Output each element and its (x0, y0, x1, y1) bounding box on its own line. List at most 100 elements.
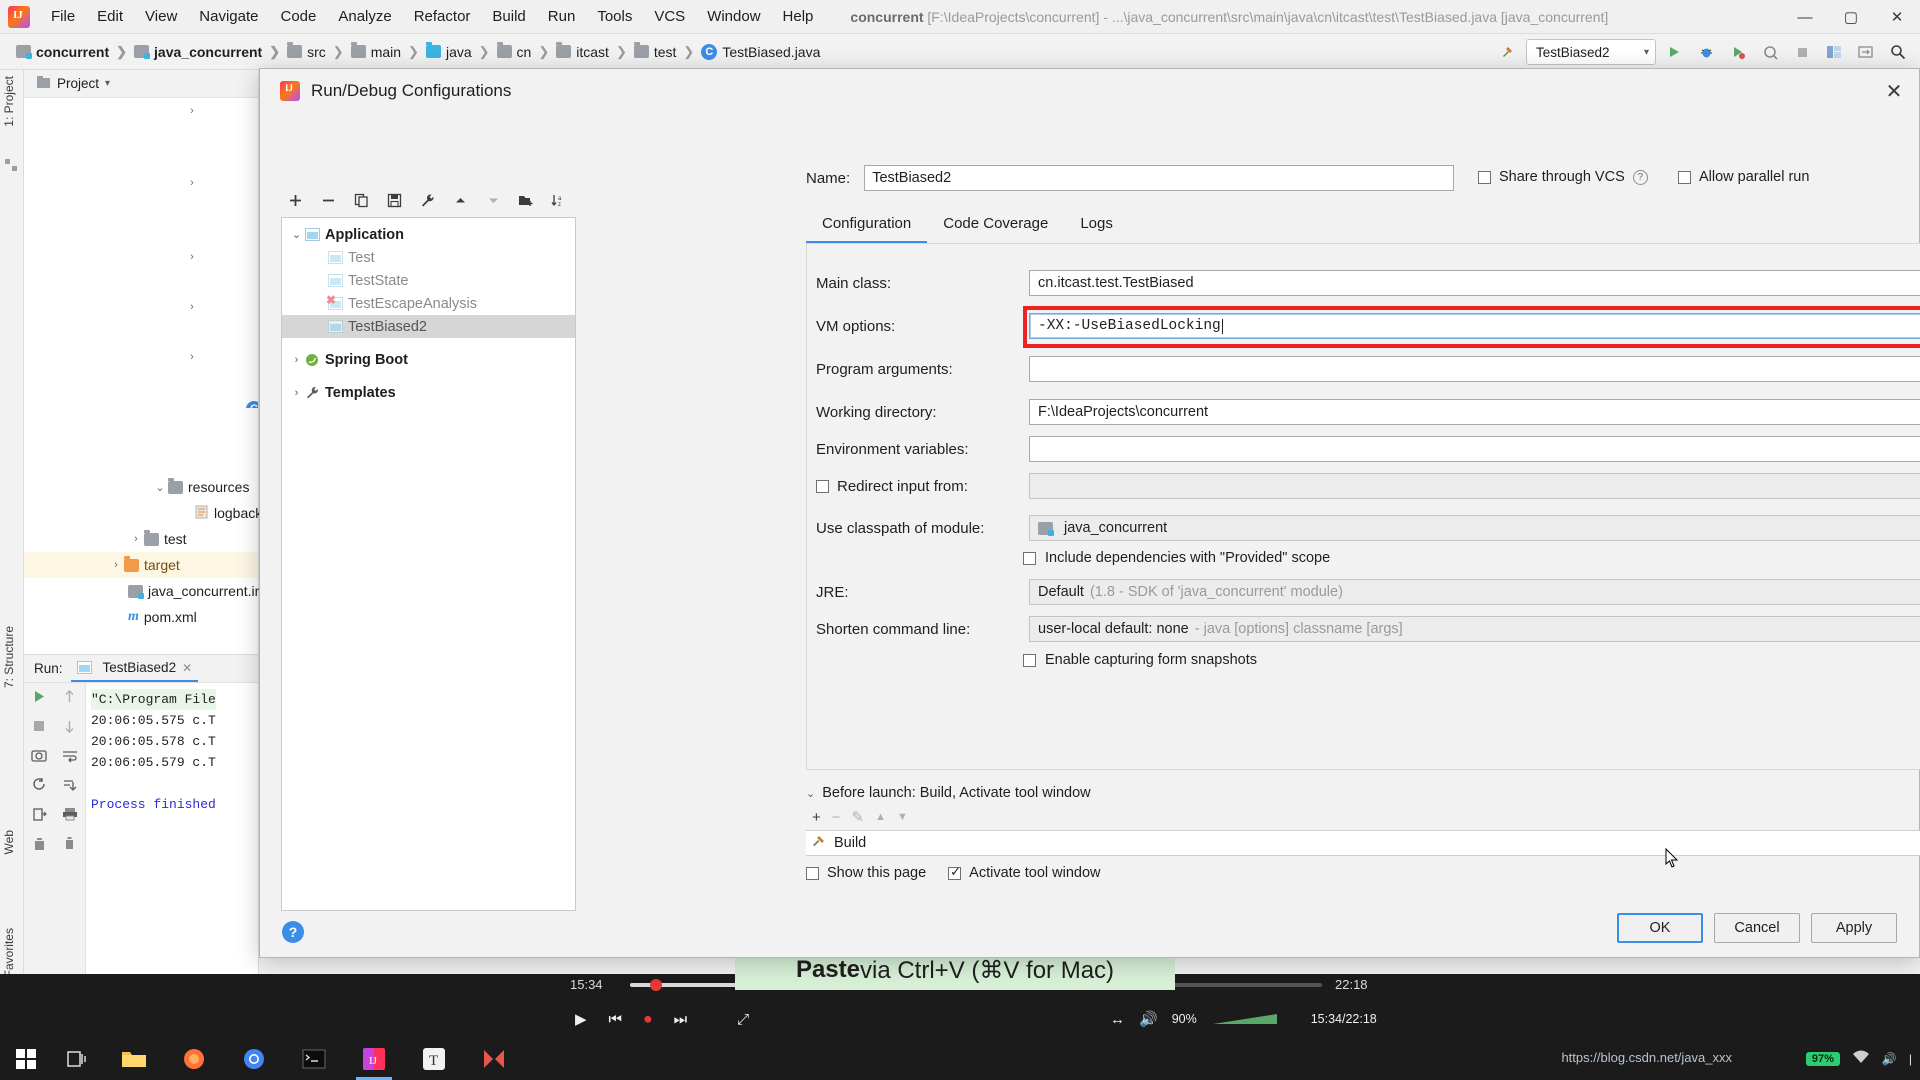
tree-item-resources[interactable]: ⌄ resources (24, 474, 258, 500)
run-configuration-selector[interactable]: TestBiased2 ▾ (1526, 39, 1656, 65)
next-icon[interactable]: ⏭ (674, 1011, 688, 1028)
new-folder-button[interactable] (512, 187, 540, 213)
jre-combo[interactable]: Default (1.8 - SDK of 'java_concurrent' … (1029, 579, 1920, 605)
tab-code-coverage[interactable]: Code Coverage (927, 209, 1064, 244)
tree-row[interactable]: › (24, 170, 258, 196)
previous-icon[interactable]: ⏮ (609, 1011, 623, 1028)
share-through-vcs-checkbox[interactable]: Share through VCS ? (1478, 169, 1648, 185)
checkbox-box[interactable] (806, 867, 819, 880)
close-icon[interactable]: ✕ (182, 661, 192, 675)
chevron-down-icon[interactable]: ⌄ (288, 228, 305, 241)
delete-icon[interactable] (33, 837, 46, 855)
taskbar-file-explorer[interactable] (104, 1038, 164, 1080)
menu-code[interactable]: Code (269, 5, 327, 28)
menu-edit[interactable]: Edit (86, 5, 134, 28)
tool-window-web[interactable]: Web (2, 830, 16, 854)
allow-parallel-run-checkbox[interactable]: Allow parallel run (1678, 169, 1809, 185)
config-group-spring-boot[interactable]: › Spring Boot (282, 348, 575, 371)
record-icon[interactable]: ⏺ (644, 1011, 652, 1028)
debug-button[interactable] (1692, 39, 1720, 65)
add-task-button[interactable]: + (812, 809, 821, 826)
breadcrumb-itcast[interactable]: itcast❯ (556, 44, 634, 60)
edit-templates-button[interactable] (413, 187, 441, 213)
environment-variables-input[interactable]: ⊞ (1029, 436, 1920, 462)
battery-indicator[interactable]: 97% (1806, 1052, 1840, 1066)
dialog-close-button[interactable]: ✕ (1875, 73, 1913, 109)
checkbox-box[interactable] (816, 480, 829, 493)
config-item-teststate[interactable]: TestState (282, 269, 575, 292)
show-desktop-button[interactable]: | (1909, 1052, 1912, 1066)
screenshot-icon[interactable] (31, 748, 47, 765)
config-item-test[interactable]: Test (282, 246, 575, 269)
tree-item-iml[interactable]: java_concurrent.im (24, 578, 258, 604)
config-group-application[interactable]: ⌄ Application (282, 223, 575, 246)
checkbox-box[interactable] (1478, 171, 1491, 184)
chevron-right-icon[interactable]: › (288, 387, 305, 399)
tree-row[interactable]: › (24, 344, 258, 370)
tree-item-target[interactable]: › target (24, 552, 258, 578)
sort-alphabetically-button[interactable]: az (545, 187, 573, 213)
checkbox-box[interactable] (1023, 654, 1036, 667)
search-icon[interactable] (1884, 39, 1912, 65)
soft-wrap-icon[interactable] (62, 749, 78, 766)
restart-debug-icon[interactable] (31, 777, 47, 795)
print-icon[interactable] (62, 807, 78, 824)
profile-button[interactable] (1756, 39, 1784, 65)
main-class-input[interactable]: cn.itcast.test.TestBiased (1029, 270, 1920, 296)
volume-slider[interactable] (1211, 1012, 1281, 1026)
menu-file[interactable]: File (40, 5, 86, 28)
move-task-up-button[interactable]: ▲ (875, 811, 886, 823)
checkbox-box[interactable] (1023, 552, 1036, 565)
breadcrumb-test[interactable]: test❯ (634, 44, 701, 60)
export-icon[interactable] (32, 807, 47, 825)
menu-refactor[interactable]: Refactor (403, 5, 482, 28)
before-launch-task-build[interactable]: Build (806, 830, 1920, 856)
taskbar-typora[interactable]: T (404, 1038, 464, 1080)
close-window-button[interactable]: ✕ (1874, 0, 1920, 34)
menu-run[interactable]: Run (537, 5, 587, 28)
ok-button[interactable]: OK (1617, 913, 1703, 943)
taskbar-editor[interactable] (464, 1038, 524, 1080)
activate-tool-window-checkbox[interactable]: Activate tool window (948, 865, 1100, 881)
minimize-button[interactable]: — (1782, 0, 1828, 34)
play-pause-icon[interactable]: ▶ (575, 1010, 587, 1028)
tree-row[interactable]: › (24, 294, 258, 320)
expand-icon[interactable]: ⤢ (737, 1011, 749, 1028)
add-configuration-button[interactable] (281, 187, 309, 213)
menu-navigate[interactable]: Navigate (188, 5, 269, 28)
help-question-icon[interactable]: ? (1633, 170, 1648, 185)
breadcrumb-java[interactable]: java❯ (426, 44, 497, 60)
build-hammer-icon[interactable] (1494, 39, 1522, 65)
media-progress-knob[interactable] (650, 979, 662, 991)
help-button[interactable]: ? (282, 921, 304, 943)
run-button[interactable] (1660, 39, 1688, 65)
save-configuration-button[interactable] (380, 187, 408, 213)
move-task-down-button[interactable]: ▼ (897, 811, 908, 823)
breadcrumb-module[interactable]: java_concurrent❯ (134, 44, 287, 60)
trash-icon[interactable] (63, 836, 76, 854)
include-provided-scope-checkbox[interactable]: Include dependencies with "Provided" sco… (1023, 550, 1330, 566)
taskbar-intellij[interactable]: IJ (344, 1038, 404, 1080)
run-with-coverage-button[interactable] (1724, 39, 1752, 65)
task-view-button[interactable] (52, 1038, 104, 1080)
chevron-down-icon[interactable]: ⌄ (806, 787, 815, 800)
config-group-templates[interactable]: › Templates (282, 381, 575, 404)
tree-item-pom[interactable]: m pom.xml (24, 604, 258, 630)
name-input[interactable]: TestBiased2 (864, 165, 1454, 191)
tab-logs[interactable]: Logs (1064, 209, 1129, 244)
tool-window-project[interactable]: 1: Project (2, 76, 16, 127)
taskbar-terminal[interactable] (284, 1038, 344, 1080)
down-arrow-icon[interactable] (63, 719, 76, 737)
checkbox-box[interactable] (1678, 171, 1691, 184)
layout-icon[interactable] (1820, 39, 1848, 65)
show-this-page-checkbox[interactable]: Show this page (806, 865, 926, 881)
stop-button[interactable] (1788, 39, 1816, 65)
run-tab-testbiased2[interactable]: TestBiased2 ✕ (71, 655, 199, 682)
classpath-module-combo[interactable]: java_concurrent ⌄ (1029, 515, 1920, 541)
volume-icon[interactable]: 🔊 (1139, 1010, 1158, 1028)
menu-help[interactable]: Help (772, 5, 825, 28)
stop-icon[interactable] (32, 719, 46, 736)
edit-task-button[interactable]: ✎ (852, 808, 865, 826)
apply-button[interactable]: Apply (1811, 913, 1897, 943)
breadcrumb-class[interactable]: C TestBiased.java (701, 44, 820, 60)
